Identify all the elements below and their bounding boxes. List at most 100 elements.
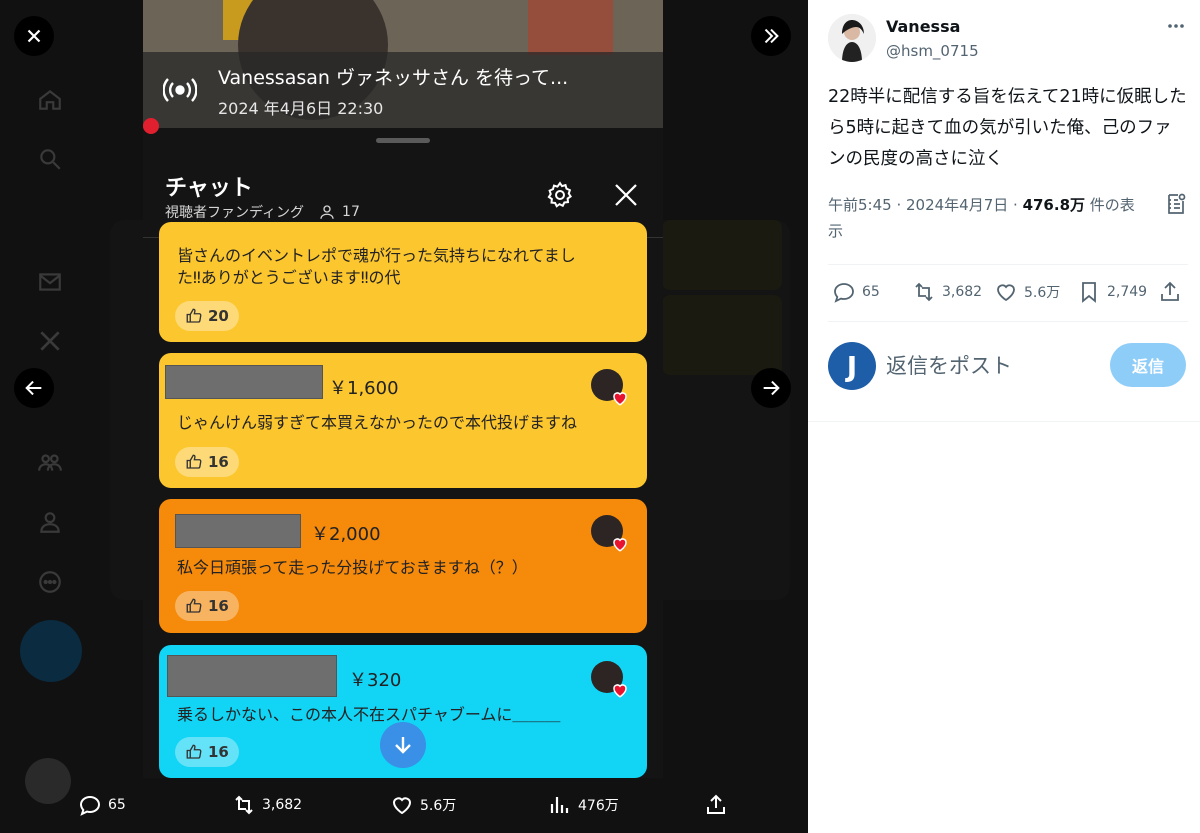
next-media-button[interactable] <box>751 368 791 408</box>
bookmark-button[interactable]: 2,749 <box>1077 280 1147 304</box>
reply-count: 65 <box>862 284 880 300</box>
profile-icon <box>36 508 64 536</box>
drag-handle <box>376 138 430 143</box>
expand-panel-button[interactable] <box>751 16 791 56</box>
dimmed-sidebar <box>0 0 100 833</box>
views-icon <box>550 797 569 813</box>
chat-subtitle: 視聴者ファンディング 17 <box>165 202 360 222</box>
post-timestamp[interactable]: 午前5:45 · 2024年4月7日 · <box>828 196 1023 214</box>
author-handle[interactable]: @hsm_0715 <box>886 42 979 60</box>
like-button[interactable]: 5.6万 <box>994 280 1060 304</box>
views-button[interactable]: 476万 <box>548 793 619 817</box>
dimmed-card <box>662 220 782 290</box>
search-icon <box>36 145 64 173</box>
bookmark-count: 2,749 <box>1107 284 1148 300</box>
x-logo-icon <box>36 327 64 355</box>
thumbs-up-icon <box>186 598 202 613</box>
repost-icon <box>915 282 933 302</box>
share-button[interactable] <box>704 793 728 817</box>
like-count-value: 20 <box>208 307 229 325</box>
chat-message: 皆さんのイベントレポで魂が行った気持ちになれてまし た‼ありがとうございます‼の… <box>159 222 647 342</box>
heart-icon <box>611 389 629 407</box>
stream-title: Vanessasan ヴァネッサさん を待って... <box>218 67 569 89</box>
more-icon <box>1168 24 1184 28</box>
reply-submit-button[interactable]: 返信 <box>1110 343 1186 387</box>
post-text: 22時半に配信する旨を伝えて21時に仮眠したら5時に起きて血の気が引いた俺、己の… <box>828 87 1187 169</box>
like-count-value: 16 <box>208 743 229 761</box>
live-indicator-dot <box>143 118 159 134</box>
grok-icon[interactable] <box>1164 192 1188 216</box>
dimmed-card <box>662 295 782 375</box>
person-icon <box>320 205 334 219</box>
redacted-username <box>175 514 301 548</box>
arrow-down-icon <box>395 737 411 754</box>
redacted-username <box>167 655 337 697</box>
repost-button[interactable]: 3,682 <box>912 280 982 304</box>
reply-button[interactable]: 65 <box>832 280 880 304</box>
message-text-line: た‼ありがとうございます‼の代 <box>177 268 401 287</box>
chat-subtitle-label: 視聴者ファンディング <box>165 205 305 221</box>
like-count: 5.6万 <box>1024 285 1061 301</box>
author-name[interactable]: Vanessa <box>886 17 960 36</box>
arrow-left-icon <box>25 380 42 396</box>
stream-date: 2024 年4月6日 22:30 <box>218 99 384 118</box>
author-avatar[interactable] <box>828 14 876 62</box>
share-button[interactable] <box>1158 280 1182 304</box>
post-view-count: 476.8万 <box>1022 196 1086 214</box>
more-circle-icon <box>36 568 64 596</box>
like-count: 20 <box>175 301 239 331</box>
previous-media-button[interactable] <box>14 368 54 408</box>
live-broadcast-icon <box>162 76 198 104</box>
repost-button[interactable]: 3,682 <box>232 793 302 817</box>
view-count: 476万 <box>578 798 619 814</box>
like-icon <box>997 284 1015 302</box>
reply-button[interactable]: 65 <box>78 793 126 817</box>
heart-icon <box>611 681 629 699</box>
more-options-button[interactable] <box>1164 14 1188 38</box>
superchat-amount: ￥2,000 <box>311 524 381 545</box>
reply-icon <box>79 795 101 816</box>
thumbs-up-icon <box>186 308 202 323</box>
post-meta: 午前5:45 · 2024年4月7日 · 476.8万 件の表示 <box>828 192 1148 244</box>
like-count: 16 <box>175 737 239 767</box>
current-user-avatar: J <box>828 342 876 390</box>
repost-icon <box>235 795 253 815</box>
post-detail-panel: Vanessa @hsm_0715 22時半に配信する旨を伝えて21時に仮眠した… <box>808 0 1200 833</box>
like-count: 5.6万 <box>420 798 457 814</box>
expand-icon <box>764 28 779 44</box>
share-icon <box>707 794 725 814</box>
close-icon <box>27 29 41 43</box>
mail-icon <box>36 268 64 296</box>
post-action-bar: 65 3,682 5.6万 2,749 <box>828 278 1188 308</box>
message-text: じゃんけん弱すぎて本買えなかったので本代投げますね <box>177 413 578 432</box>
close-icon <box>611 180 641 210</box>
redacted-username <box>165 365 323 399</box>
divider <box>828 321 1188 322</box>
phone-screenshot: Vanessasan ヴァネッサさん を待って... 2024 年4月6日 22… <box>143 0 663 778</box>
superchat-amount: ￥1,600 <box>329 378 399 399</box>
communities-icon <box>36 448 64 476</box>
superchat-amount: ￥320 <box>349 670 402 691</box>
close-viewer-button[interactable] <box>14 16 54 56</box>
thumbs-up-icon <box>186 454 202 469</box>
viewer-count: 17 <box>342 204 360 220</box>
reply-input[interactable]: 返信をポスト <box>886 350 1012 380</box>
superchat-message: ￥2,000 私今日頑張って走った分投げておきますね（？） 16 <box>159 499 647 633</box>
repost-count: 3,682 <box>262 797 303 813</box>
like-button[interactable]: 5.6万 <box>390 793 456 817</box>
reply-count: 65 <box>108 797 126 813</box>
scroll-down-button <box>380 722 426 768</box>
divider <box>828 264 1188 265</box>
divider <box>808 421 1200 422</box>
like-count-value: 16 <box>208 597 229 615</box>
message-text: 私今日頑張って走った分投げておきますね（？） <box>177 558 528 577</box>
like-count: 16 <box>175 591 239 621</box>
gear-icon <box>545 180 575 210</box>
superchat-message: ￥1,600 じゃんけん弱すぎて本買えなかったので本代投げますね 16 <box>159 353 647 488</box>
repost-count: 3,682 <box>942 284 983 300</box>
sidebar-post-button <box>20 620 82 682</box>
heart-icon <box>611 535 629 553</box>
message-text-line: 皆さんのイベントレポで魂が行った気持ちになれてまし <box>177 246 576 265</box>
viewer-action-bar: 65 3,682 5.6万 476万 <box>0 778 808 833</box>
home-icon <box>36 86 64 114</box>
